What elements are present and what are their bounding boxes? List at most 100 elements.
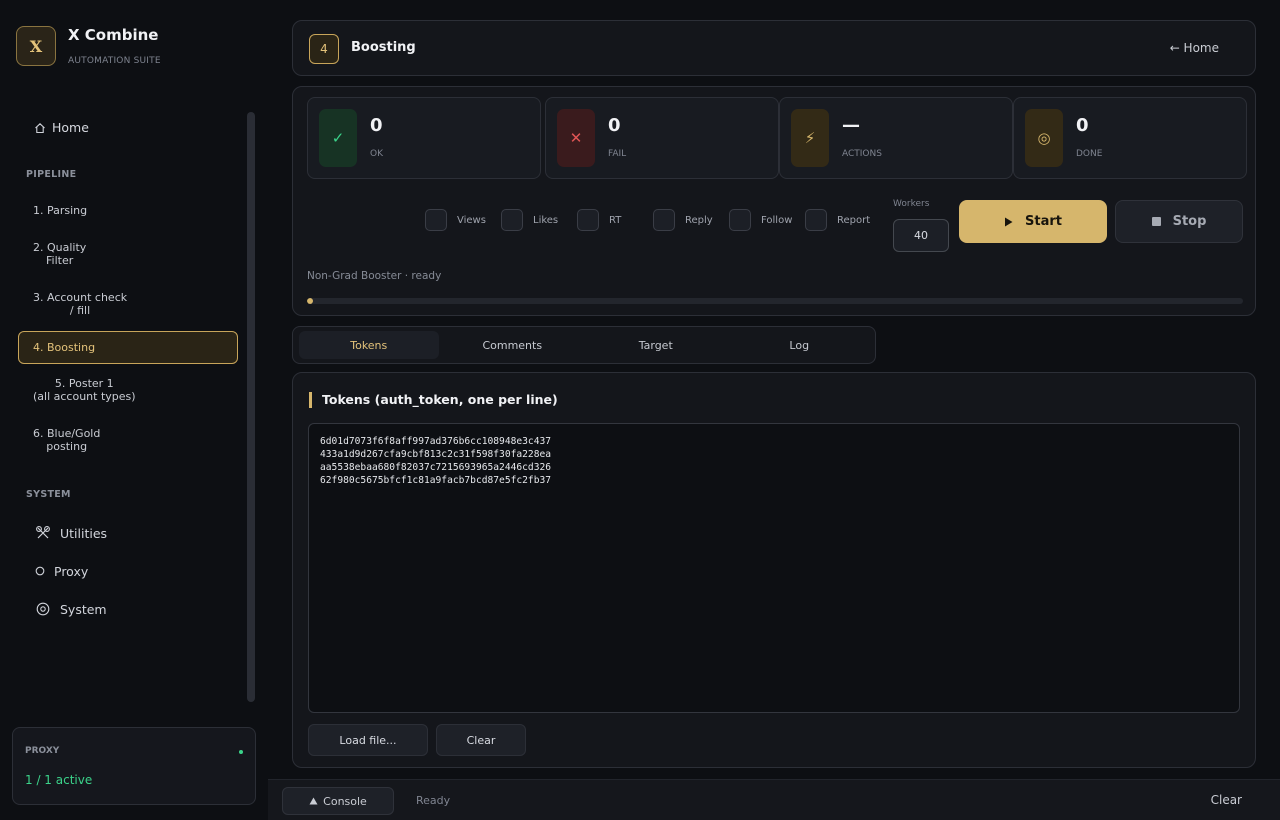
stats-panel: ✓ 0 OK ✕ 0 FAIL ⚡ — ACTIONS ◎ 0 DONE Views Likes RT Re… <box>292 86 1256 316</box>
tokens-panel: Tokens (auth_token, one per line) Load f… <box>292 372 1256 768</box>
option-label: Views <box>457 214 486 226</box>
console-toggle-button[interactable]: Console <box>282 787 394 815</box>
x-icon: ✕ <box>557 109 595 167</box>
sidebar-item-utilities[interactable]: Utilities <box>35 525 107 541</box>
system-section-label: SYSTEM <box>26 489 71 500</box>
brand-subtitle: AUTOMATION SUITE <box>68 56 161 66</box>
play-icon <box>1005 217 1013 226</box>
home-link[interactable]: ← Home <box>1170 41 1219 55</box>
option-label: Likes <box>533 214 559 226</box>
bolt-icon: ⚡ <box>791 109 829 167</box>
sidebar-item-label: 1. Parsing <box>33 204 88 217</box>
check-icon: ✓ <box>319 109 357 167</box>
checkbox[interactable] <box>653 209 675 231</box>
stat-value: 0 <box>1076 115 1089 136</box>
stat-label: OK <box>370 149 383 159</box>
gear-icon <box>36 602 50 616</box>
workers-input[interactable] <box>893 219 949 252</box>
sidebar-item-home[interactable]: Home <box>34 120 89 135</box>
option-label: Follow <box>761 214 793 226</box>
stat-value: 0 <box>370 115 383 136</box>
sidebar-scrollbar[interactable] <box>247 112 255 702</box>
stat-card-actions: ⚡ — ACTIONS <box>779 97 1013 179</box>
sidebar-item-label: Proxy <box>54 563 89 579</box>
stat-label: FAIL <box>608 149 627 159</box>
checkbox[interactable] <box>577 209 599 231</box>
stat-value: 0 <box>608 115 621 136</box>
page-title: Boosting <box>351 40 416 55</box>
sidebar-item-label: 2. Quality Filter <box>33 241 87 267</box>
tab-bar: Tokens Comments Target Log <box>292 326 876 364</box>
console-bar: Console Ready Clear <box>268 779 1280 820</box>
brand-logo: X <box>16 26 56 66</box>
pipeline-section-label: PIPELINE <box>26 169 77 180</box>
option-label: Reply <box>685 214 713 226</box>
checkbox[interactable] <box>805 209 827 231</box>
status-text: Non-Grad Booster · ready <box>307 270 442 282</box>
stat-card-fail: ✕ 0 FAIL <box>545 97 779 179</box>
sidebar-item-step-4[interactable]: 4. Boosting <box>18 331 238 364</box>
tab-tokens[interactable]: Tokens <box>299 331 439 359</box>
tab-log[interactable]: Log <box>730 331 870 359</box>
sidebar-item-system[interactable]: System <box>35 601 107 617</box>
sidebar-item-step-3[interactable]: 3. Account check / fill <box>18 291 238 317</box>
progress-bar <box>307 298 1243 304</box>
option-views[interactable]: Views <box>425 209 486 231</box>
sidebar-item-step-5[interactable]: 5. Poster 1 (all account types) <box>18 377 238 403</box>
stat-card-ok: ✓ 0 OK <box>307 97 541 179</box>
step-badge: 4 <box>309 34 339 64</box>
option-follow[interactable]: Follow <box>729 209 792 231</box>
brand-title: X Combine <box>68 26 159 44</box>
checkbox[interactable] <box>425 209 447 231</box>
sidebar-item-step-2[interactable]: 2. Quality Filter <box>18 241 238 267</box>
sidebar-item-label: 6. Blue/Gold posting <box>33 427 101 453</box>
option-report[interactable]: Report <box>805 209 870 231</box>
stop-button[interactable]: Stop <box>1115 200 1243 243</box>
sidebar-item-step-1[interactable]: 1. Parsing <box>18 204 238 217</box>
stat-label: ACTIONS <box>842 149 882 159</box>
sidebar-item-proxy[interactable]: Proxy <box>35 563 88 579</box>
stat-card-done: ◎ 0 DONE <box>1013 97 1247 179</box>
target-icon: ◎ <box>1025 109 1063 167</box>
option-likes[interactable]: Likes <box>501 209 558 231</box>
proxy-value: 1 / 1 active <box>25 773 93 787</box>
stat-label: DONE <box>1076 149 1103 159</box>
sidebar-item-label: Utilities <box>60 525 108 541</box>
circle-icon <box>35 566 45 576</box>
page-header: 4 Boosting ← Home <box>292 20 1256 76</box>
proxy-status-dot-icon <box>239 750 243 754</box>
tab-comments[interactable]: Comments <box>443 331 583 359</box>
tokens-textarea[interactable] <box>308 423 1240 713</box>
load-file-button[interactable]: Load file... <box>308 724 428 756</box>
tokens-title: Tokens (auth_token, one per line) <box>309 392 558 408</box>
sidebar-item-label: Home <box>52 120 89 135</box>
checkbox[interactable] <box>729 209 751 231</box>
sidebar: X X Combine AUTOMATION SUITE Home PIPELI… <box>0 0 268 820</box>
option-label: RT <box>609 214 622 226</box>
sidebar-item-label: System <box>60 601 107 617</box>
tools-icon <box>36 526 50 539</box>
option-rt[interactable]: RT <box>577 209 621 231</box>
proxy-label: PROXY <box>25 746 60 756</box>
home-icon <box>35 122 45 133</box>
start-button[interactable]: Start <box>959 200 1107 243</box>
checkbox[interactable] <box>501 209 523 231</box>
brand: X X Combine AUTOMATION SUITE <box>16 26 161 66</box>
option-label: Report <box>837 214 871 226</box>
workers-label: Workers <box>893 199 930 209</box>
stop-icon <box>1151 217 1161 226</box>
clear-tokens-button[interactable]: Clear <box>436 724 526 756</box>
start-button-label: Start <box>1025 214 1062 229</box>
option-reply[interactable]: Reply <box>653 209 713 231</box>
console-status: Ready <box>416 794 451 807</box>
console-clear-button[interactable]: Clear <box>1211 793 1242 807</box>
tab-target[interactable]: Target <box>586 331 726 359</box>
sidebar-item-label: 3. Account check / fill <box>33 291 128 317</box>
stat-value: — <box>842 115 860 136</box>
console-button-label: Console <box>323 794 367 808</box>
triangle-up-icon <box>309 797 318 805</box>
progress-fill <box>307 298 313 304</box>
sidebar-item-label: 4. Boosting <box>33 341 96 354</box>
proxy-status-card: PROXY 1 / 1 active <box>12 727 256 805</box>
sidebar-item-step-6[interactable]: 6. Blue/Gold posting <box>18 427 238 453</box>
